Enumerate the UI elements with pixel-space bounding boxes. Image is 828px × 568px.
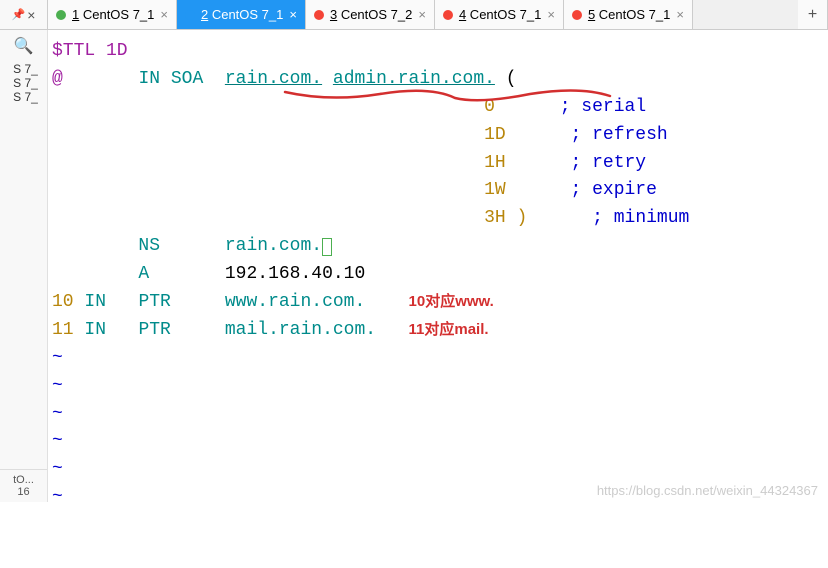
sidebar-item[interactable]: S 7_	[9, 90, 38, 104]
soa-comment: ; retry	[571, 153, 647, 173]
tab-3[interactable]: 3 CentOS 7_2 ×	[306, 0, 435, 29]
a-value: 192.168.40.10	[225, 264, 365, 284]
ptr2-type: PTR	[138, 320, 170, 340]
tab-1[interactable]: 1 CentOS 7_1 ×	[48, 0, 177, 29]
tab-bar: 📌 × 1 CentOS 7_1×2 CentOS 7_1×3 CentOS 7…	[0, 0, 828, 30]
close-icon[interactable]: ×	[547, 7, 555, 22]
tab-label: 2 CentOS 7_1	[201, 7, 283, 22]
a-type: A	[138, 264, 149, 284]
tilde: ~	[52, 431, 63, 451]
sidebar-item[interactable]: S 7_	[9, 62, 38, 76]
tab-5[interactable]: 5 CentOS 7_1 ×	[564, 0, 693, 29]
annotation-www: 10对应www.	[409, 293, 494, 310]
soa-admin: admin.rain.com.	[333, 69, 495, 89]
sidebar-bottom: tO... 16	[0, 469, 47, 502]
tab-label: 1 CentOS 7_1	[72, 7, 154, 22]
panel-close-icon[interactable]: ×	[27, 7, 35, 23]
tab-label: 3 CentOS 7_2	[330, 7, 412, 22]
close-icon[interactable]: ×	[418, 7, 426, 22]
sidebar-count: 16	[17, 486, 29, 498]
ns-type: NS	[138, 236, 160, 256]
status-dot-icon	[185, 10, 195, 20]
open-paren: (	[495, 69, 517, 89]
tilde: ~	[52, 459, 63, 479]
ptr1-num: 10	[52, 292, 74, 312]
tilde: ~	[52, 348, 63, 368]
tab-label: 4 CentOS 7_1	[459, 7, 541, 22]
new-tab-button[interactable]: +	[798, 0, 828, 29]
tabs-container: 1 CentOS 7_1×2 CentOS 7_1×3 CentOS 7_2×4…	[48, 0, 798, 29]
tilde: ~	[52, 487, 63, 507]
soa-value: 0	[484, 97, 495, 117]
status-dot-icon	[443, 10, 453, 20]
soa-comment: ; serial	[560, 97, 646, 117]
soa-value: 3H )	[484, 208, 527, 228]
tilde: ~	[52, 376, 63, 396]
pin-icon[interactable]: 📌	[12, 8, 26, 21]
in-class: IN	[138, 69, 160, 89]
search-icon[interactable]: 🔍	[14, 36, 34, 56]
ptr1-in: IN	[84, 292, 106, 312]
ptr2-value: mail.rain.com.	[225, 320, 376, 340]
sidebar-status: tO...	[13, 474, 34, 486]
tab-label: 5 CentOS 7_1	[588, 7, 670, 22]
editor[interactable]: $TTL 1D @ IN SOA rain.com. admin.rain.co…	[48, 30, 828, 502]
origin-at: @	[52, 69, 63, 89]
soa-comment: ; refresh	[571, 125, 668, 145]
ptr1-type: PTR	[138, 292, 170, 312]
status-dot-icon	[56, 10, 66, 20]
close-icon[interactable]: ×	[676, 7, 684, 22]
status-dot-icon	[314, 10, 324, 20]
close-icon[interactable]: ×	[160, 7, 168, 22]
soa-value: 1W	[484, 180, 506, 200]
soa-ns: rain.com.	[225, 69, 322, 89]
sidebar-item[interactable]: S 7_	[9, 76, 38, 90]
tilde: ~	[52, 404, 63, 424]
ttl-directive: $TTL 1D	[52, 41, 128, 61]
annotation-mail: 11对应mail.	[409, 321, 489, 338]
tab-2[interactable]: 2 CentOS 7_1 ×	[177, 0, 306, 29]
soa-value: 1H	[484, 153, 506, 173]
close-icon[interactable]: ×	[289, 7, 297, 22]
watermark: https://blog.csdn.net/weixin_44324367	[597, 483, 818, 498]
sidebar: 🔍 S 7_S 7_S 7_ tO... 16	[0, 30, 48, 502]
ns-value: rain.com.	[225, 236, 322, 256]
ptr2-in: IN	[84, 320, 106, 340]
status-dot-icon	[572, 10, 582, 20]
pin-area: 📌 ×	[0, 0, 48, 29]
tab-4[interactable]: 4 CentOS 7_1 ×	[435, 0, 564, 29]
soa-comment: ; minimum	[592, 208, 689, 228]
soa-comment: ; expire	[571, 180, 657, 200]
ptr1-value: www.rain.com.	[225, 292, 365, 312]
ptr2-num: 11	[52, 320, 74, 340]
main-area: 🔍 S 7_S 7_S 7_ tO... 16 $TTL 1D @ IN SOA…	[0, 30, 828, 502]
cursor-icon	[322, 238, 332, 256]
soa-type: SOA	[171, 69, 203, 89]
soa-value: 1D	[484, 125, 506, 145]
